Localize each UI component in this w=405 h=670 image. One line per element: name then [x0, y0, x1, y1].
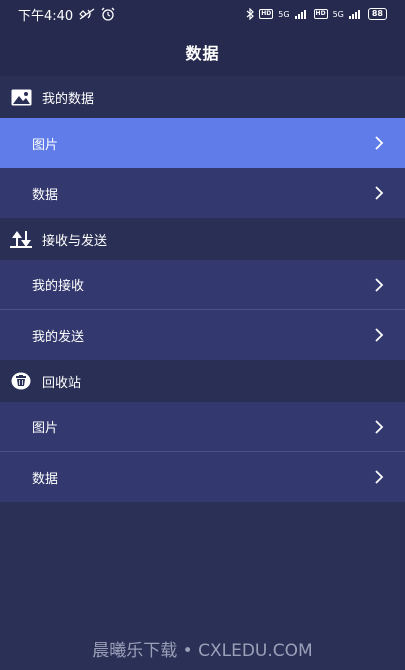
- row-my-data-data[interactable]: 数据: [0, 168, 405, 218]
- signal2-icon: [348, 9, 363, 19]
- status-left: 下午4:40: [18, 5, 115, 24]
- chevron-right-icon: [371, 277, 387, 293]
- status-time: 下午4:40: [18, 8, 74, 24]
- hd-badge: HD: [259, 9, 274, 19]
- section-header-label: 接收与发送: [42, 233, 108, 249]
- section-header-label: 我的数据: [42, 91, 95, 107]
- battery-icon: 88: [367, 8, 387, 20]
- trash-icon: [10, 372, 32, 390]
- row-my-sent[interactable]: 我的发送: [0, 310, 405, 360]
- row-label: 数据: [32, 187, 59, 203]
- signal1-icon: [294, 9, 309, 19]
- page-title: 数据: [0, 28, 405, 76]
- transfer-icon: [10, 230, 32, 248]
- section-header-recycle-bin: 回收站: [0, 360, 405, 402]
- row-label: 我的接收: [32, 279, 85, 294]
- chevron-right-icon: [371, 327, 387, 343]
- row-my-received[interactable]: 我的接收: [0, 260, 405, 310]
- chevron-right-icon: [371, 469, 387, 485]
- section-header-transfer: 接收与发送: [0, 218, 405, 260]
- chevron-right-icon: [371, 185, 387, 201]
- alarm-icon: [101, 7, 115, 21]
- hd-badge-2: HD: [313, 9, 328, 19]
- status-bar: 下午4:40 HD 5G HD 5G 88: [0, 0, 405, 28]
- signal1-label: 5G: [278, 9, 290, 19]
- row-label: 图片: [32, 421, 59, 436]
- row-label: 我的发送: [32, 329, 85, 345]
- chevron-right-icon: [371, 135, 387, 151]
- watermark: 晨曦乐下载 • CXLEDU.COM: [92, 641, 313, 661]
- status-right: HD 5G HD 5G 88: [246, 8, 387, 20]
- row-recycle-images[interactable]: 图片: [0, 402, 405, 452]
- image-icon: [10, 88, 32, 106]
- row-label: 数据: [32, 471, 59, 487]
- mute-icon: [79, 8, 95, 20]
- section-header-label: 回收站: [42, 375, 82, 391]
- chevron-right-icon: [371, 419, 387, 435]
- row-label: 图片: [32, 137, 59, 153]
- row-recycle-data[interactable]: 数据: [0, 452, 405, 502]
- row-my-data-images[interactable]: 图片: [0, 118, 405, 168]
- signal2-label: 5G: [332, 9, 344, 19]
- section-header-my-data: 我的数据: [0, 76, 405, 118]
- bluetooth-icon: [246, 8, 255, 20]
